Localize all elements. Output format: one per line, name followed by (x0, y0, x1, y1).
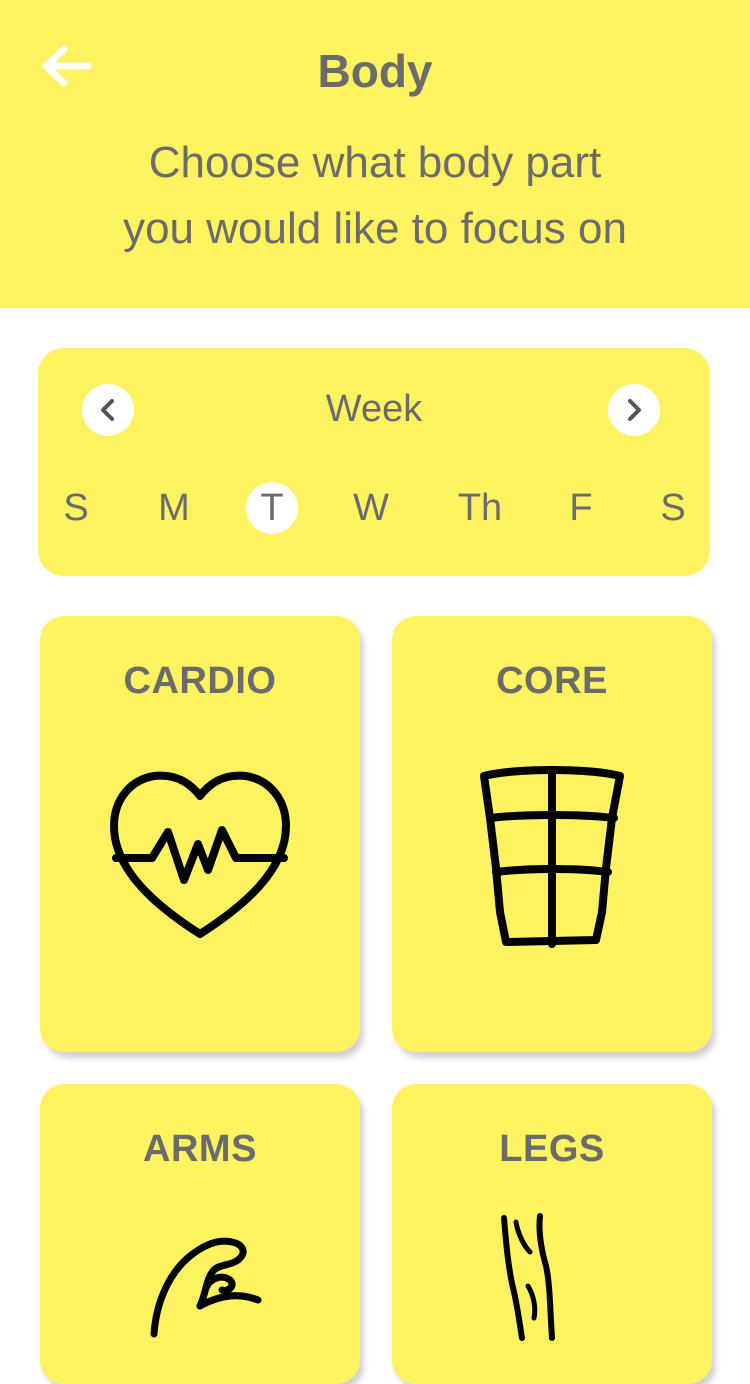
day-tuesday[interactable]: T (246, 482, 298, 534)
subtitle-line-1: Choose what body part (148, 138, 602, 187)
category-label: ARMS (143, 1128, 257, 1170)
category-tile-arms[interactable]: ARMS (40, 1084, 360, 1384)
category-label: CARDIO (123, 660, 277, 702)
page-subtitle: Choose what body part you would like to … (60, 130, 690, 262)
week-selector: Week S M T W Th F S (38, 348, 710, 576)
category-tile-legs[interactable]: LEGS (392, 1084, 712, 1384)
category-tile-core[interactable]: CORE (392, 616, 712, 1052)
chevron-right-icon (628, 399, 641, 421)
category-label: LEGS (499, 1128, 605, 1170)
next-week-button[interactable] (608, 384, 660, 436)
page-title: Body (317, 45, 433, 97)
subtitle-line-2: you would like to focus on (123, 204, 627, 253)
leg-icon (501, 1213, 555, 1341)
flexed-bicep-icon (150, 1237, 262, 1338)
day-friday[interactable]: F (555, 482, 607, 534)
day-wednesday[interactable]: W (345, 482, 397, 534)
day-thursday[interactable]: Th (454, 482, 506, 534)
header: Body Choose what body part you would lik… (0, 0, 750, 308)
day-monday[interactable]: M (148, 482, 200, 534)
category-tile-cardio[interactable]: CARDIO (40, 616, 360, 1052)
day-saturday[interactable]: S (647, 482, 699, 534)
day-row: S M T W Th F S (38, 482, 710, 534)
category-label: CORE (496, 660, 608, 702)
heart-pulse-icon (110, 771, 290, 938)
abs-icon (480, 766, 624, 948)
day-sunday[interactable]: S (50, 482, 102, 534)
